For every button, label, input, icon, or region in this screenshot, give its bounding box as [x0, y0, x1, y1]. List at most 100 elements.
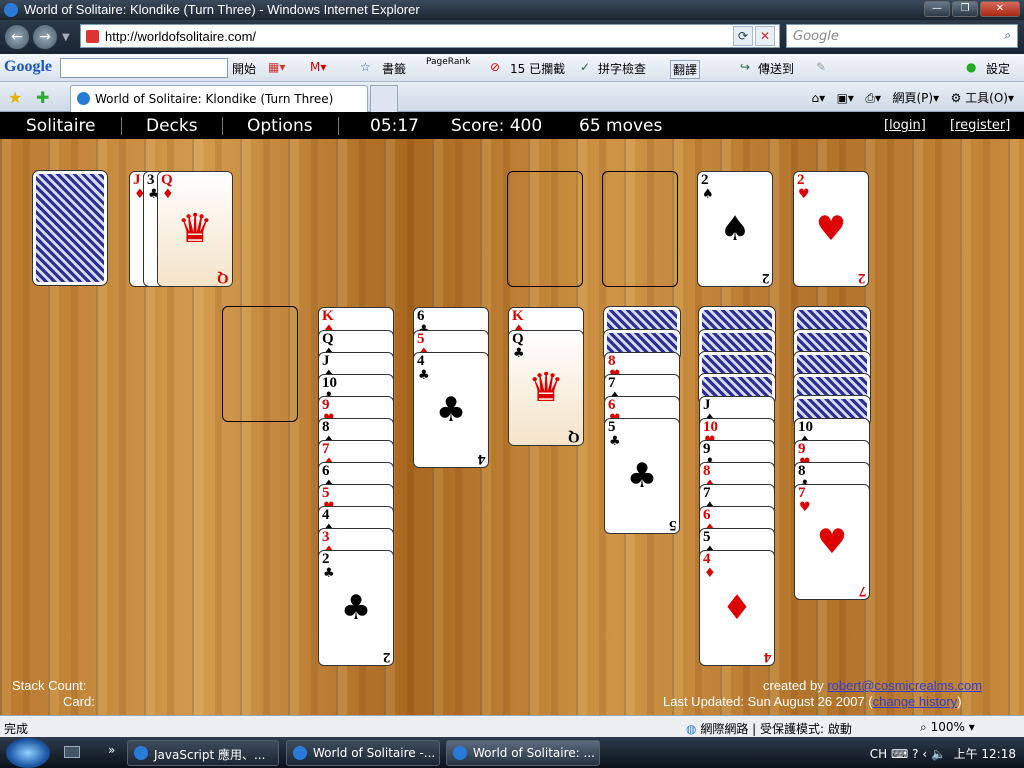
popup-blocker-icon[interactable]: ⊘: [490, 60, 500, 74]
address-url: http://worldofsolitaire.com/: [105, 29, 257, 44]
history-dropdown-icon[interactable]: ▼: [62, 32, 70, 43]
tableau-card-two-clubs[interactable]: 2 ♣ ♣ 2: [318, 550, 394, 666]
foundation-two-spades[interactable]: 2 ♠ ♠ 2: [697, 171, 773, 287]
add-favorite-icon[interactable]: ✚: [36, 88, 49, 107]
toolbar-spellcheck[interactable]: 拼字檢查: [598, 60, 646, 77]
start-button[interactable]: [6, 738, 50, 768]
back-button[interactable]: ←: [4, 24, 30, 50]
stack-count-label: Stack Count:: [12, 678, 87, 693]
game-timer: 05:17: [370, 116, 419, 136]
print-icon[interactable]: ⎙▾: [865, 91, 881, 105]
game-area: Solitaire Decks Options 05:17 Score: 400…: [0, 112, 1024, 715]
clock[interactable]: 上午 12:18: [954, 747, 1016, 761]
zoom-control[interactable]: ⌕ 100% ▾: [920, 720, 975, 735]
language-indicator[interactable]: CH: [870, 747, 887, 761]
volume-icon[interactable]: 🔈: [931, 747, 946, 761]
ie-icon: [134, 746, 148, 760]
help-icon[interactable]: ?: [912, 747, 918, 761]
new-tab-button[interactable]: [370, 85, 398, 112]
spellcheck-icon[interactable]: ✓: [580, 60, 590, 74]
ie-logo-icon: [4, 3, 18, 17]
show-desktop-icon[interactable]: [64, 746, 80, 758]
highlight-icon[interactable]: ✎: [816, 60, 826, 74]
zoom-level: 100%: [930, 720, 965, 734]
tools-menu[interactable]: 工具(O): [965, 91, 1008, 105]
feeds-icon[interactable]: ▣▾: [837, 91, 854, 105]
status-text: 完成: [4, 722, 29, 736]
system-tray: CH ⌨ ? ‹ 🔈 上午 12:18: [870, 745, 1016, 762]
ie-tab-icon: [77, 92, 90, 105]
ie-icon: [453, 746, 467, 760]
bookmark-star-icon[interactable]: ☆: [360, 60, 371, 74]
toolbar-pagerank: PageRank: [426, 57, 471, 67]
toolbar-start[interactable]: 開始: [232, 60, 256, 77]
tableau-card-four-diamonds[interactable]: 4 ♦ ♦ 4: [699, 550, 775, 666]
close-button[interactable]: ✕: [980, 1, 1020, 17]
google-logo: Google: [4, 58, 52, 75]
search-input[interactable]: Google ⌕: [786, 24, 1018, 48]
foundation-slot-1[interactable]: [507, 171, 583, 287]
quick-launch-chevron-icon[interactable]: »: [108, 743, 115, 757]
foundation-slot-2[interactable]: [602, 171, 678, 287]
gear-icon: ⚙: [950, 91, 962, 105]
taskbar-label: World of Solitaire: ...: [473, 746, 595, 760]
toolbar-bookmarks[interactable]: 書籤: [382, 60, 406, 77]
tab-bar: ★ ✚ World of Solitaire: Klondike (Turn T…: [0, 82, 1024, 112]
game-moves: 65 moves: [579, 116, 663, 136]
settings-status-icon: ●: [966, 60, 977, 74]
menu-solitaire[interactable]: Solitaire: [26, 116, 96, 136]
home-icon[interactable]: ⌂▾: [811, 91, 825, 105]
taskbar-button-solitaire-1[interactable]: World of Solitaire -...: [286, 740, 440, 766]
maximize-button[interactable]: ❐: [952, 1, 978, 17]
gmail-icon[interactable]: M▾: [310, 60, 326, 74]
login-link[interactable]: [login]: [884, 118, 926, 133]
forward-button[interactable]: →: [32, 24, 58, 50]
site-favicon-icon: [86, 30, 99, 43]
menu-options[interactable]: Options: [247, 116, 313, 136]
tray-expand-icon[interactable]: ‹: [922, 747, 927, 761]
menu-decks[interactable]: Decks: [146, 116, 198, 136]
favorites-star-icon[interactable]: ★: [8, 88, 22, 107]
taskbar-button-javascript[interactable]: JavaScript 應用、...: [127, 740, 279, 766]
waste-card-queen-diamonds[interactable]: ♛ Q ♦ Q: [157, 171, 233, 287]
created-by-label: created by: [763, 678, 824, 693]
keyboard-icon[interactable]: ⌨: [891, 747, 908, 761]
tableau-card-five-clubs[interactable]: 5 ♣ ♣ 5: [604, 418, 680, 534]
toolbar-blocked[interactable]: 15 已攔截: [510, 60, 565, 77]
toolbar-send-to[interactable]: 傳送到: [758, 60, 794, 77]
taskbar-button-solitaire-2[interactable]: World of Solitaire: ...: [446, 740, 600, 766]
tab-label: World of Solitaire: Klondike (Turn Three…: [95, 92, 334, 106]
address-toolbar: ← → ▼ http://worldofsolitaire.com/ ⟳ ✕ G…: [0, 20, 1024, 54]
change-history-link[interactable]: change history: [873, 694, 958, 709]
page-menu[interactable]: 網頁(P): [892, 91, 933, 105]
send-to-icon[interactable]: ↪: [740, 60, 750, 74]
tableau-card-queen-clubs[interactable]: ♛ Q ♣ Q: [508, 330, 584, 446]
tableau-card-four-clubs[interactable]: 4 ♣ ♣ 4: [413, 352, 489, 468]
tableau-empty-slot[interactable]: [222, 306, 298, 422]
refresh-icon[interactable]: ⟳: [733, 26, 753, 46]
author-email-link[interactable]: robert@cosmicrealms.com: [827, 678, 982, 693]
tab-solitaire[interactable]: World of Solitaire: Klondike (Turn Three…: [70, 85, 368, 112]
foundation-two-hearts[interactable]: 2 ♥ ♥ 2: [793, 171, 869, 287]
game-menu: Solitaire Decks Options 05:17 Score: 400…: [0, 112, 1024, 139]
stock-pile[interactable]: [32, 170, 108, 286]
search-placeholder: Google: [793, 29, 839, 44]
taskbar: » JavaScript 應用、... World of Solitaire -…: [0, 737, 1024, 768]
last-updated-label: Last Updated: Sun August 26 2007: [663, 694, 865, 709]
ie-icon: [293, 746, 307, 760]
address-field[interactable]: http://worldofsolitaire.com/ ⟳ ✕: [80, 24, 780, 48]
minimize-button[interactable]: —: [924, 1, 950, 17]
google-search-input[interactable]: [60, 58, 228, 78]
game-score: Score: 400: [451, 116, 543, 136]
stop-icon[interactable]: ✕: [755, 26, 775, 46]
window-title: World of Solitaire: Klondike (Turn Three…: [24, 2, 420, 17]
command-bar: ⌂▾ ▣▾ ⎙▾ 網頁(P)▾ ⚙ 工具(O)▾: [811, 91, 1014, 105]
tableau-card-seven-hearts[interactable]: 7 ♥ ♥ 7: [794, 484, 870, 600]
search-icon[interactable]: ⌕: [1004, 28, 1011, 43]
toolbar-translate[interactable]: 翻譯: [670, 60, 701, 79]
toolbar-settings[interactable]: 設定: [986, 60, 1010, 77]
taskbar-label: World of Solitaire -...: [313, 746, 436, 760]
toolbar-layout-icon[interactable]: ▦▾: [268, 60, 285, 74]
zone-text: 網際網路 | 受保護模式: 啟動: [700, 722, 852, 736]
register-link[interactable]: [register]: [950, 118, 1010, 133]
